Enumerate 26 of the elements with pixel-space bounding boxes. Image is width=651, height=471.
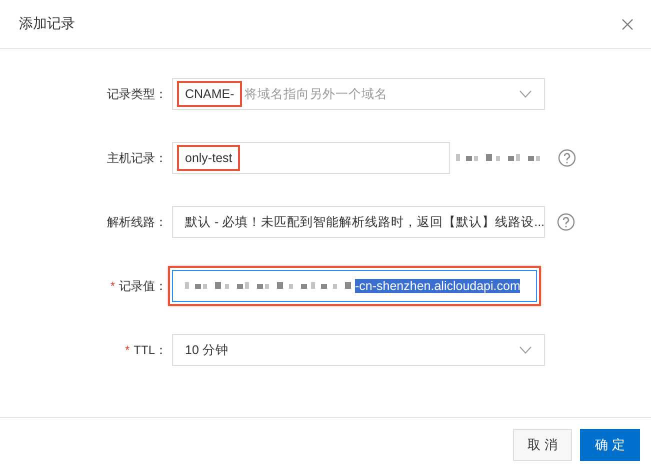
- field-label: TTL：: [134, 342, 167, 358]
- confirm-button[interactable]: 确 定: [580, 429, 640, 461]
- field-label: 解析线路：: [107, 214, 167, 230]
- chevron-down-icon: [519, 346, 532, 354]
- input-field[interactable]: only-test: [172, 142, 450, 174]
- input-value: -cn-shenzhen.alicloudapi.com: [355, 279, 520, 293]
- input-field[interactable]: -cn-shenzhen.alicloudapi.com: [172, 270, 537, 302]
- select-value: CNAME-: [185, 87, 234, 101]
- required-asterisk: *: [110, 279, 115, 293]
- required-asterisk: *: [124, 343, 130, 357]
- select-hint: 将域名指向另外一个域名: [244, 86, 388, 102]
- field-label: 记录值：: [119, 278, 167, 294]
- field-label: 主机记录：: [107, 150, 167, 166]
- select-field[interactable]: 10 分钟: [172, 334, 545, 366]
- field-label: 记录类型：: [107, 86, 167, 102]
- select-value: 10 分钟: [185, 342, 228, 358]
- select-field[interactable]: 默认 - 必填！未匹配到智能解析线路时，返回【默认】线路设...: [172, 206, 545, 238]
- select-value: 默认 - 必填！未匹配到智能解析线路时，返回【默认】线路设...: [185, 214, 545, 230]
- cancel-button[interactable]: 取 消: [513, 429, 572, 461]
- chevron-down-icon: [519, 90, 532, 98]
- select-field[interactable]: CNAME- 将域名指向另外一个域名: [172, 78, 545, 110]
- help-icon[interactable]: [558, 149, 576, 167]
- close-icon[interactable]: [622, 18, 633, 30]
- dialog-title: 添加记录: [19, 15, 75, 33]
- help-icon[interactable]: [557, 213, 575, 231]
- input-value: only-test: [185, 151, 232, 165]
